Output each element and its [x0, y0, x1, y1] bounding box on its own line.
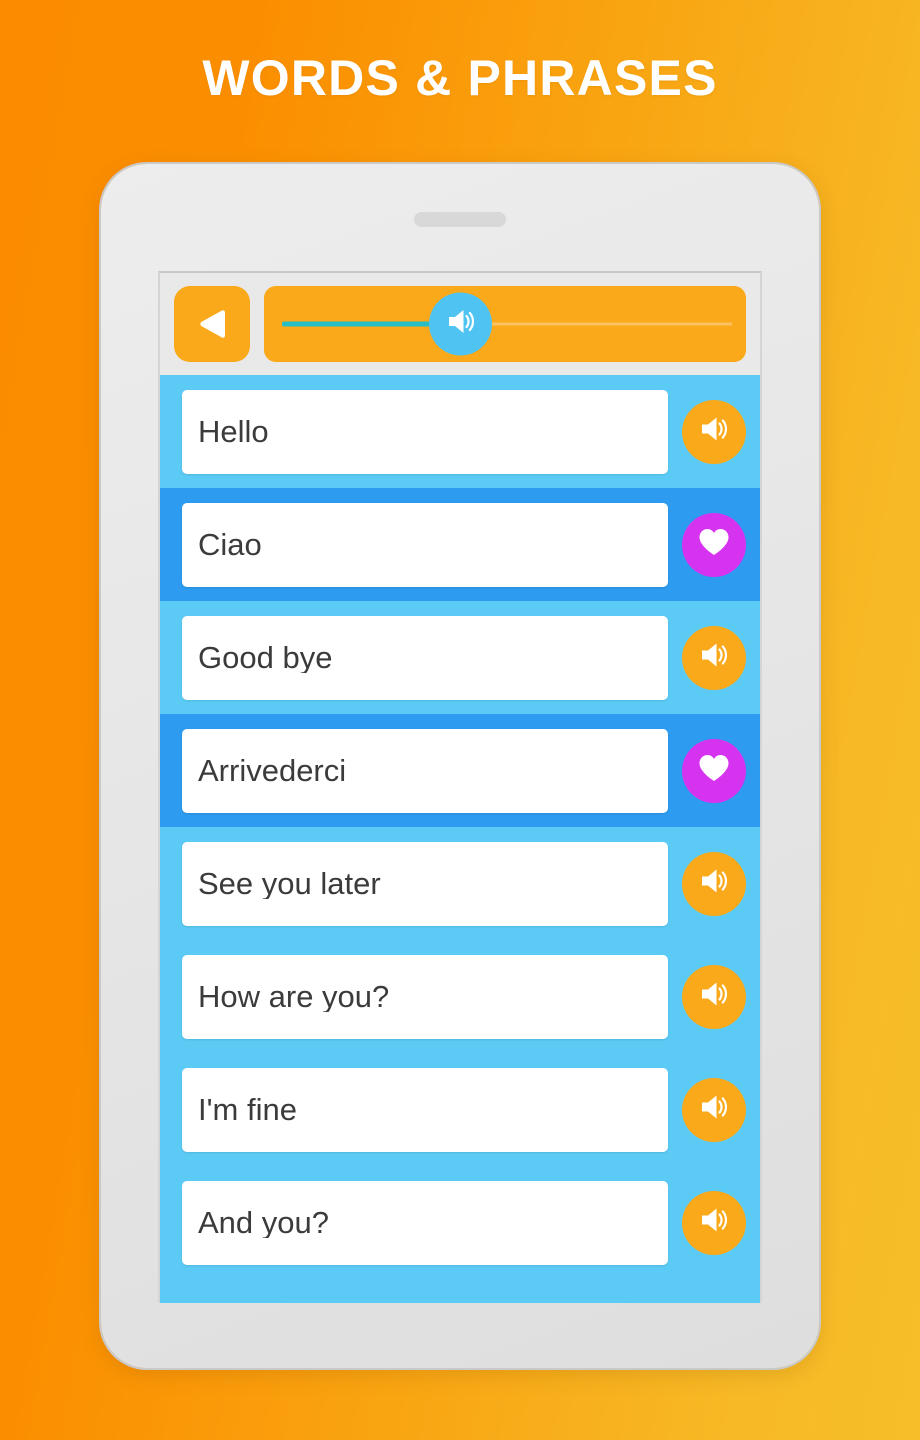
- seek-thumb-speaker-button[interactable]: [429, 292, 492, 356]
- phrase-text: Arrivederci: [198, 755, 347, 786]
- phrase-list[interactable]: Hello Ciao Good bye Arrivederci See you …: [160, 375, 760, 1303]
- phrase-box[interactable]: See you later: [182, 841, 668, 926]
- phrase-text: Good bye: [198, 642, 333, 673]
- play-audio-button[interactable]: [682, 625, 746, 690]
- speaker-icon: [694, 409, 734, 454]
- play-audio-button[interactable]: [682, 964, 746, 1029]
- speaker-icon: [694, 1087, 734, 1132]
- phrase-text: How are you?: [198, 981, 390, 1012]
- page-title: WORDS & PHRASES: [202, 50, 718, 106]
- phrase-text: Hello: [198, 416, 269, 447]
- list-item[interactable]: See you later: [160, 827, 760, 940]
- phrase-box[interactable]: Hello: [182, 389, 668, 474]
- play-audio-button[interactable]: [682, 1077, 746, 1142]
- heart-icon: [696, 750, 732, 791]
- phrase-box[interactable]: I'm fine: [182, 1067, 668, 1152]
- speaker-icon: [441, 302, 481, 347]
- list-item[interactable]: Hello: [160, 375, 760, 488]
- speaker-icon: [694, 974, 734, 1019]
- phone-screen: Hello Ciao Good bye Arrivederci See you …: [158, 271, 762, 1303]
- play-audio-button[interactable]: [682, 851, 746, 916]
- phrase-box[interactable]: Good bye: [182, 615, 668, 700]
- list-item[interactable]: And you?: [160, 1166, 760, 1279]
- phrase-text: And you?: [198, 1207, 329, 1238]
- phone-device: Hello Ciao Good bye Arrivederci See you …: [101, 164, 819, 1368]
- play-audio-button[interactable]: [682, 1190, 746, 1255]
- list-item[interactable]: How are you?: [160, 940, 760, 1053]
- phrase-text: Ciao: [198, 529, 262, 560]
- earpiece-speaker-grille: [414, 212, 506, 227]
- list-item[interactable]: Ciao: [160, 488, 760, 601]
- back-button[interactable]: [174, 286, 250, 362]
- heart-icon: [696, 524, 732, 565]
- speaker-icon: [694, 635, 734, 680]
- back-arrow-icon: [190, 302, 234, 346]
- speaker-icon: [694, 861, 734, 906]
- audio-seek-slider[interactable]: [264, 286, 746, 362]
- phrase-box[interactable]: Arrivederci: [182, 728, 668, 813]
- phrase-box[interactable]: How are you?: [182, 954, 668, 1039]
- favorite-button[interactable]: [682, 738, 746, 803]
- app-toolbar: [160, 273, 760, 375]
- favorite-button[interactable]: [682, 512, 746, 577]
- list-item[interactable]: Arrivederci: [160, 714, 760, 827]
- list-item[interactable]: [160, 1279, 760, 1303]
- phrase-box[interactable]: And you?: [182, 1180, 668, 1265]
- list-item[interactable]: I'm fine: [160, 1053, 760, 1166]
- speaker-icon: [694, 1200, 734, 1245]
- list-item[interactable]: Good bye: [160, 601, 760, 714]
- phrase-text: I'm fine: [198, 1094, 297, 1125]
- play-audio-button[interactable]: [682, 399, 746, 464]
- phrase-text: See you later: [198, 868, 381, 899]
- phrase-box[interactable]: Ciao: [182, 502, 668, 587]
